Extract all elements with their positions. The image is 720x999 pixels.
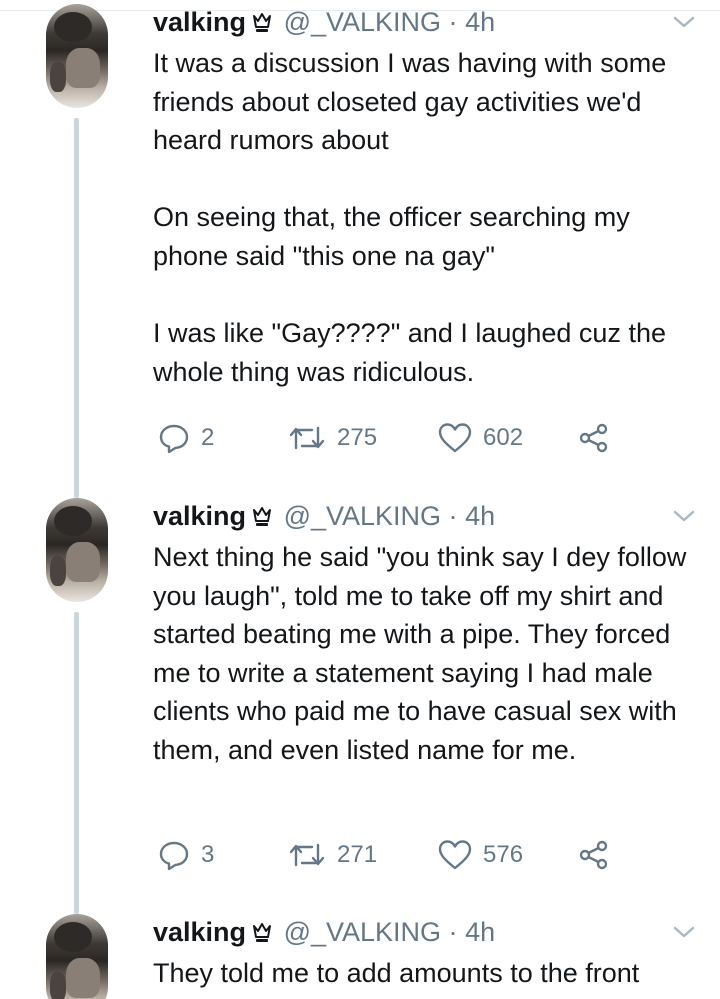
like-button[interactable]: 602 xyxy=(437,418,523,458)
timestamp[interactable]: 4h xyxy=(465,501,495,531)
share-icon xyxy=(579,423,608,453)
retweet-icon xyxy=(289,426,325,450)
tweet-paragraph: I was like "Gay????" and I laughed cuz t… xyxy=(153,318,666,387)
avatar[interactable] xyxy=(46,4,108,108)
user-handle[interactable]: @_VALKING xyxy=(284,501,441,531)
tweet-header: valking @_VALKING · 4h xyxy=(153,914,495,950)
tweet-text: They told me to add amounts to the front xyxy=(153,954,703,993)
like-count: 576 xyxy=(483,841,524,868)
avatar[interactable] xyxy=(46,498,108,602)
crown-badge-icon xyxy=(253,507,272,526)
tweet-text: Next thing he said "you think say I dey … xyxy=(153,538,703,770)
like-button[interactable]: 576 xyxy=(437,835,523,875)
reply-count: 3 xyxy=(201,841,215,868)
reply-count: 2 xyxy=(201,424,215,451)
tweet-paragraph: Next thing he said "you think say I dey … xyxy=(153,542,687,765)
tweet-paragraph: It was a discussion I was having with so… xyxy=(153,48,667,156)
retweet-count: 271 xyxy=(337,841,378,868)
tweet-header: valking @_VALKING · 4h xyxy=(153,4,495,40)
display-name[interactable]: valking xyxy=(153,917,246,947)
user-handle[interactable]: @_VALKING xyxy=(284,917,441,947)
chevron-down-icon[interactable] xyxy=(670,922,698,942)
thread-connector-line xyxy=(74,118,79,498)
retweet-button[interactable]: 275 xyxy=(287,418,377,458)
reply-button[interactable]: 3 xyxy=(157,835,214,875)
like-count: 602 xyxy=(483,424,524,451)
tweet-paragraph: On seeing that, the officer searching my… xyxy=(153,202,630,271)
tweet-paragraph: They told me to add amounts to the front xyxy=(153,958,640,988)
chevron-down-icon[interactable] xyxy=(670,12,698,32)
share-icon xyxy=(579,840,608,870)
separator-dot: · xyxy=(448,501,458,531)
tweet-actions: 2 275 602 xyxy=(153,418,633,458)
crown-badge-icon xyxy=(253,923,272,942)
share-button[interactable] xyxy=(577,418,611,458)
tweet-header: valking @_VALKING · 4h xyxy=(153,498,495,534)
reply-bubble-icon xyxy=(159,841,189,871)
retweet-button[interactable]: 271 xyxy=(287,835,377,875)
avatar[interactable] xyxy=(46,914,108,999)
reply-bubble-icon xyxy=(159,424,189,454)
user-handle[interactable]: @_VALKING xyxy=(284,7,441,37)
separator-dot: · xyxy=(448,917,458,947)
timestamp[interactable]: 4h xyxy=(465,917,495,947)
retweet-count: 275 xyxy=(337,424,378,451)
tweet-actions: 3 271 576 xyxy=(153,835,633,875)
display-name[interactable]: valking xyxy=(153,7,246,37)
crown-badge-icon xyxy=(253,13,272,32)
heart-icon xyxy=(438,840,472,870)
retweet-icon xyxy=(289,843,325,867)
separator-dot: · xyxy=(448,7,458,37)
tweet-text: It was a discussion I was having with so… xyxy=(153,44,703,391)
chevron-down-icon[interactable] xyxy=(670,506,698,526)
thread-connector-line xyxy=(74,612,79,914)
reply-button[interactable]: 2 xyxy=(157,418,214,458)
share-button[interactable] xyxy=(577,835,611,875)
display-name[interactable]: valking xyxy=(153,501,246,531)
heart-icon xyxy=(438,423,472,453)
timestamp[interactable]: 4h xyxy=(465,7,495,37)
